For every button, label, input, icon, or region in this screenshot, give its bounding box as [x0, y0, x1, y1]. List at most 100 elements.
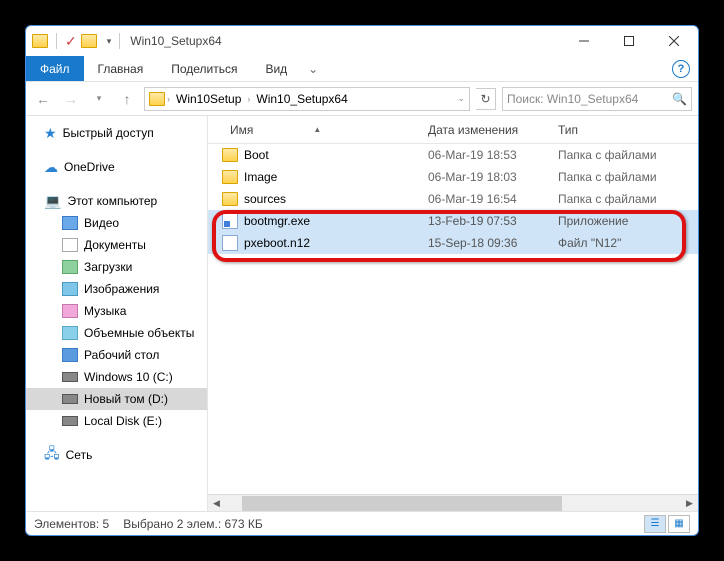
- file-date: 06-Mar-19 16:54: [428, 192, 558, 206]
- properties-icon[interactable]: ✓: [65, 33, 77, 50]
- forward-button[interactable]: →: [60, 88, 82, 110]
- maximize-button[interactable]: [606, 27, 651, 56]
- column-label: Имя: [230, 123, 253, 137]
- file-date: 06-Mar-19 18:03: [428, 170, 558, 184]
- close-button[interactable]: [651, 27, 696, 56]
- help-icon[interactable]: ?: [672, 60, 690, 78]
- folder-icon: [222, 192, 238, 206]
- body: ★Быстрый доступ ☁OneDrive 💻 Этот компьюте…: [26, 116, 698, 511]
- music-icon: [62, 304, 78, 318]
- file-date: 13-Feb-19 07:53: [428, 214, 558, 228]
- file-name: sources: [244, 192, 286, 206]
- qat-customize-icon[interactable]: ▾: [107, 36, 112, 47]
- folder-icon: [222, 148, 238, 162]
- drive-icon: [62, 416, 78, 426]
- tab-home[interactable]: Главная: [84, 56, 158, 81]
- nav-label: Этот компьютер: [67, 194, 157, 208]
- column-name[interactable]: Имя▲: [208, 123, 428, 137]
- column-date[interactable]: Дата изменения: [428, 123, 558, 137]
- nav-drive-d[interactable]: Новый том (D:): [26, 388, 207, 410]
- nav-onedrive[interactable]: ☁OneDrive: [26, 156, 207, 178]
- tab-share[interactable]: Поделиться: [157, 56, 251, 81]
- close-icon: [669, 36, 679, 46]
- file-type: Папка с файлами: [558, 192, 698, 206]
- nav-label: Видео: [84, 216, 119, 230]
- search-input[interactable]: Поиск: Win10_Setupx64 🔍: [502, 87, 692, 111]
- nav-label: Документы: [84, 238, 146, 252]
- scroll-left-icon[interactable]: ◀: [208, 495, 225, 512]
- nav-drive-e[interactable]: Local Disk (E:): [26, 410, 207, 432]
- navigation-pane[interactable]: ★Быстрый доступ ☁OneDrive 💻 Этот компьюте…: [26, 116, 208, 511]
- file-row[interactable]: Image06-Mar-19 18:03Папка с файлами: [208, 166, 698, 188]
- tab-view[interactable]: Вид: [251, 56, 301, 81]
- file-name: bootmgr.exe: [244, 214, 310, 228]
- nav-label: Local Disk (E:): [84, 414, 162, 428]
- refresh-button[interactable]: ↻: [476, 88, 496, 110]
- details-view-button[interactable]: ☰: [644, 515, 666, 533]
- file-type: Приложение: [558, 214, 698, 228]
- status-bar: Элементов: 5 Выбрано 2 элем.: 673 КБ ☰ ▦: [26, 511, 698, 535]
- search-icon[interactable]: 🔍: [672, 92, 687, 106]
- horizontal-scrollbar[interactable]: ◀ ▶: [208, 494, 698, 511]
- nav-video[interactable]: Видео: [26, 212, 207, 234]
- minimize-button[interactable]: [561, 27, 606, 56]
- nav-drive-c[interactable]: Windows 10 (C:): [26, 366, 207, 388]
- new-folder-icon[interactable]: [81, 34, 97, 48]
- nav-label: Рабочий стол: [84, 348, 159, 362]
- video-icon: [62, 216, 78, 230]
- file-date: 06-Mar-19 18:53: [428, 148, 558, 162]
- nav-documents[interactable]: Документы: [26, 234, 207, 256]
- nav-desktop[interactable]: Рабочий стол: [26, 344, 207, 366]
- quick-access-toolbar: ✓ ▾: [28, 33, 124, 50]
- nav-pictures[interactable]: Изображения: [26, 278, 207, 300]
- breadcrumb-folder-icon: [149, 92, 165, 106]
- thumbnails-view-button[interactable]: ▦: [668, 515, 690, 533]
- breadcrumb-seg-1[interactable]: Win10Setup: [172, 92, 245, 106]
- chevron-right-icon[interactable]: ›: [167, 94, 170, 104]
- nav-network[interactable]: 🖧Сеть: [26, 444, 207, 466]
- back-button[interactable]: ←: [32, 88, 54, 110]
- tab-file[interactable]: Файл: [26, 56, 84, 81]
- file-type: Файл "N12": [558, 236, 698, 250]
- file-name: Image: [244, 170, 277, 184]
- nav-downloads[interactable]: Загрузки: [26, 256, 207, 278]
- downloads-icon: [62, 260, 78, 274]
- maximize-icon: [624, 36, 634, 46]
- file-row[interactable]: bootmgr.exe 13-Feb-19 07:53Приложение: [208, 210, 698, 232]
- file-row[interactable]: sources 06-Mar-19 16:54Папка с файлами: [208, 188, 698, 210]
- scrollbar-thumb[interactable]: [242, 496, 562, 511]
- file-icon: [222, 235, 238, 251]
- nav-music[interactable]: Музыка: [26, 300, 207, 322]
- address-bar-row: ← → ▾ ↑ › Win10Setup › Win10_Setupx64 ⌄ …: [26, 82, 698, 116]
- app-icon: [32, 34, 48, 48]
- nav-label: OneDrive: [64, 160, 115, 174]
- drive-icon: [62, 372, 78, 382]
- nav-3d-objects[interactable]: Объемные объекты: [26, 322, 207, 344]
- breadcrumb-seg-2[interactable]: Win10_Setupx64: [252, 92, 351, 106]
- breadcrumb[interactable]: › Win10Setup › Win10_Setupx64 ⌄: [144, 87, 470, 111]
- scroll-right-icon[interactable]: ▶: [681, 495, 698, 512]
- status-item-count: Элементов: 5: [34, 517, 109, 531]
- nav-label: Музыка: [84, 304, 126, 318]
- breadcrumb-dropdown-icon[interactable]: ⌄: [457, 93, 465, 104]
- qat-separator: [56, 33, 57, 49]
- nav-this-pc[interactable]: 💻 Этот компьютер: [26, 190, 207, 212]
- nav-label: Быстрый доступ: [63, 126, 154, 140]
- window-title: Win10_Setupx64: [130, 34, 221, 48]
- ribbon-expand-icon[interactable]: ⌄: [301, 56, 325, 81]
- column-type[interactable]: Тип: [558, 123, 698, 137]
- up-button[interactable]: ↑: [116, 88, 138, 110]
- file-name: Boot: [244, 148, 269, 162]
- status-selection: Выбрано 2 элем.: 673 КБ: [123, 517, 263, 531]
- recent-locations-button[interactable]: ▾: [88, 88, 110, 110]
- titlebar[interactable]: ✓ ▾ Win10_Setupx64: [26, 26, 698, 56]
- chevron-right-icon[interactable]: ›: [247, 94, 250, 104]
- explorer-window: ✓ ▾ Win10_Setupx64 Файл Главная Поделить…: [25, 25, 699, 536]
- pc-icon: 💻: [44, 193, 61, 210]
- desktop-icon: [62, 348, 78, 362]
- objects3d-icon: [62, 326, 78, 340]
- nav-quick-access[interactable]: ★Быстрый доступ: [26, 122, 207, 144]
- file-list[interactable]: Boot 06-Mar-19 18:53 Папка с файлами Image 0…: [208, 144, 698, 494]
- file-row[interactable]: Boot06-Mar-19 18:53Папка с файлами: [208, 144, 698, 166]
- file-row[interactable]: pxeboot.n1215-Sep-18 09:36Файл "N12": [208, 232, 698, 254]
